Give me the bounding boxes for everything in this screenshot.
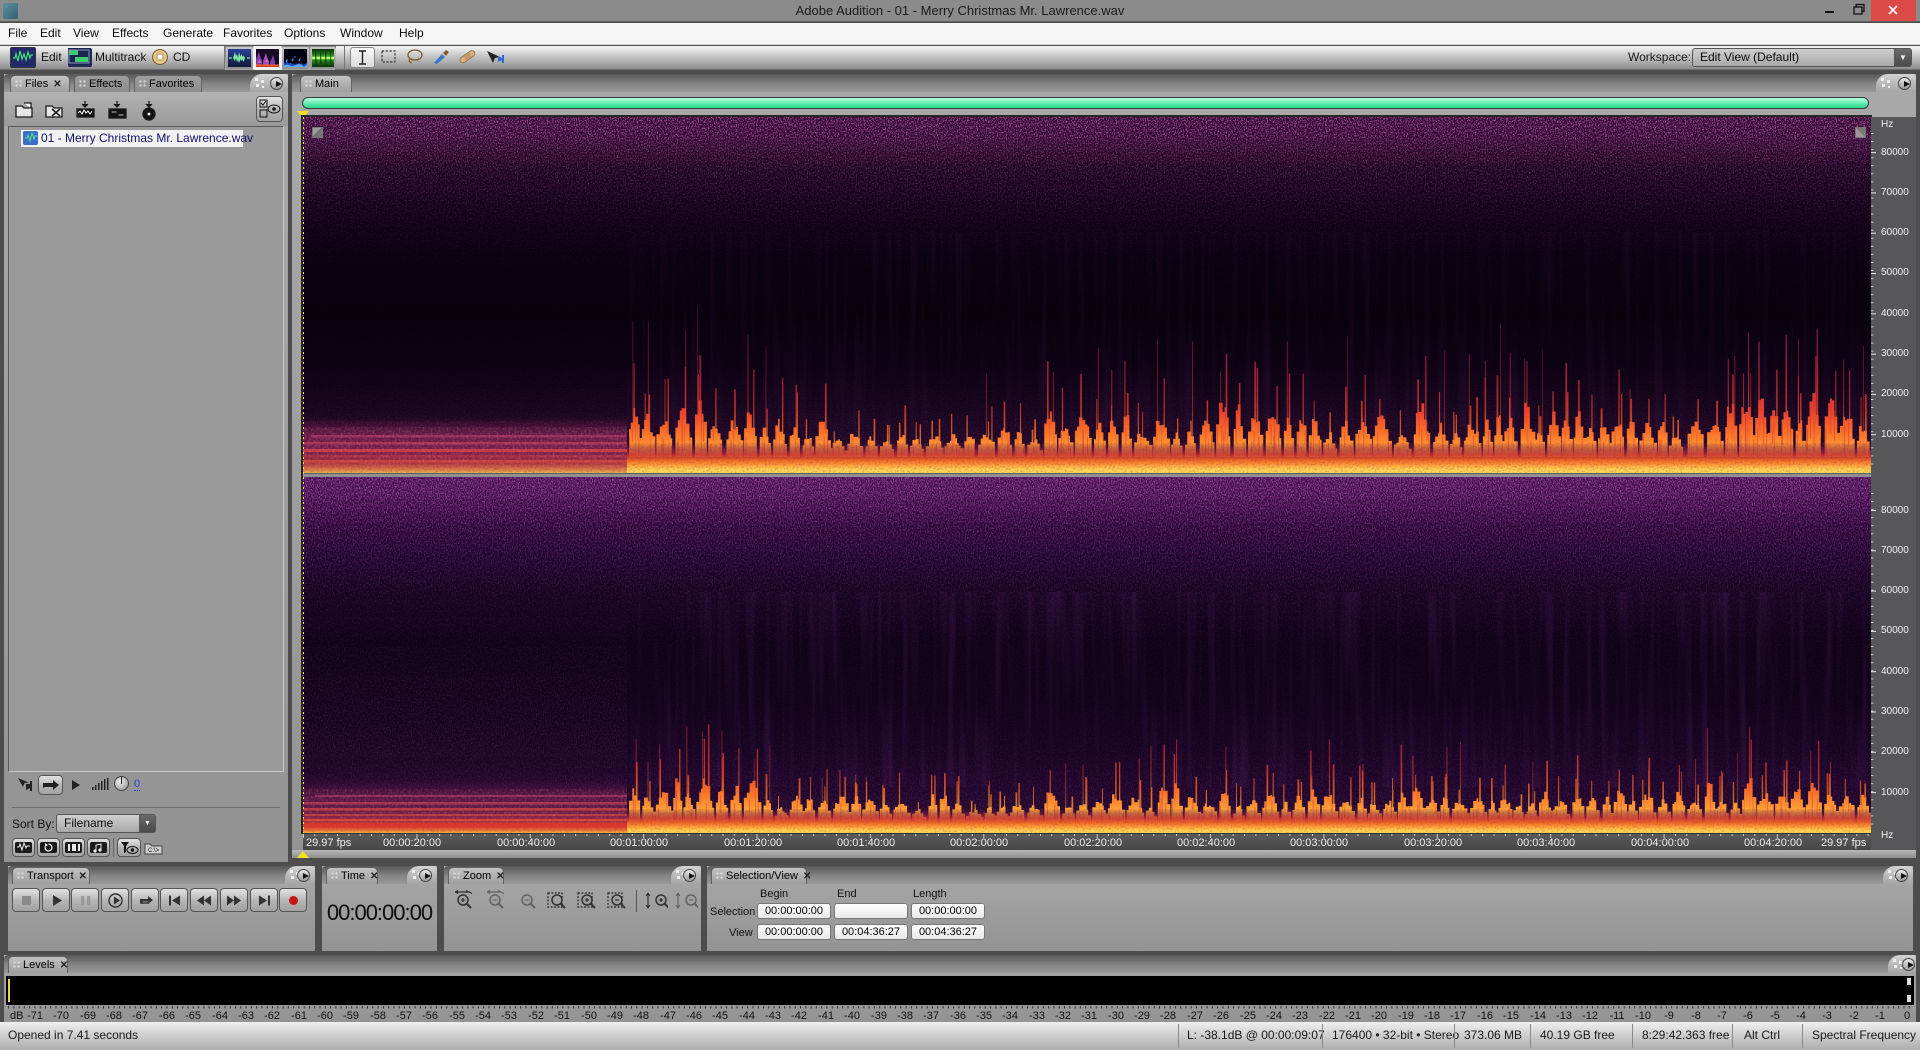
svg-text:C:\>: C:\> [148, 848, 160, 854]
